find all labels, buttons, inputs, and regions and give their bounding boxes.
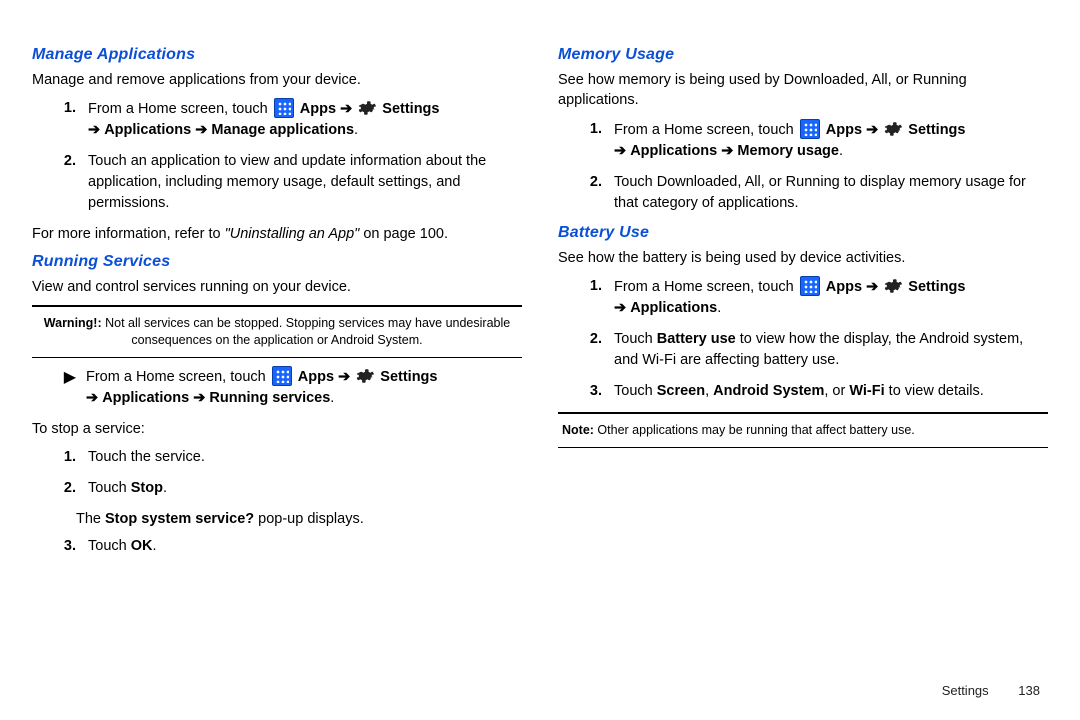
list-number: 2. [558, 329, 614, 350]
ordered-list: 1. From a Home screen, touch Apps ➔ Sett… [558, 276, 1048, 402]
two-column-layout: Manage Applications Manage and remove ap… [32, 40, 1048, 567]
apps-grid-icon [800, 119, 820, 139]
list-body: Touch Screen, Android System, or Wi-Fi t… [614, 381, 1048, 402]
heading-running-services: Running Services [32, 253, 522, 271]
list-item: 1. From a Home screen, touch Apps ➔ Sett… [558, 119, 1048, 162]
intro-text: See how the battery is being used by dev… [558, 248, 1048, 268]
list-number: 1. [558, 119, 614, 140]
footer-page-number: 138 [1018, 683, 1040, 698]
divider [32, 305, 522, 307]
apps-grid-icon [274, 98, 294, 118]
intro-text: See how memory is being used by Download… [558, 70, 1048, 111]
divider [558, 447, 1048, 448]
list-number: 1. [32, 447, 88, 468]
list-item: 2. Touch an application to view and upda… [32, 151, 522, 214]
page-footer: Settings 138 [942, 683, 1040, 698]
ordered-list: 3. Touch OK. [32, 536, 522, 557]
ordered-list: 1. Touch the service. 2. Touch Stop. [32, 447, 522, 499]
sub-paragraph: The Stop system service? pop-up displays… [76, 509, 522, 530]
list-item: 1. From a Home screen, touch Apps ➔ Sett… [558, 276, 1048, 319]
footer-section: Settings [942, 683, 989, 698]
list-number: 1. [32, 98, 88, 119]
left-column: Manage Applications Manage and remove ap… [32, 40, 522, 567]
substep-intro: To stop a service: [32, 419, 522, 439]
gear-icon [882, 275, 904, 297]
heading-battery-use: Battery Use [558, 224, 1048, 242]
list-item: 2. Touch Downloaded, All, or Running to … [558, 172, 1048, 214]
bullet-item: ▶ From a Home screen, touch Apps ➔ Setti… [32, 366, 522, 409]
divider [32, 357, 522, 358]
list-item: 1. Touch the service. [32, 447, 522, 468]
list-body: Touch Stop. [88, 478, 522, 499]
right-column: Memory Usage See how memory is being use… [558, 40, 1048, 567]
list-item: 2. Touch Battery use to view how the dis… [558, 329, 1048, 371]
list-body: Touch OK. [88, 536, 522, 557]
gear-icon [882, 118, 904, 140]
warning-text: Not all services can be stopped. Stoppin… [102, 316, 511, 347]
list-item: 3. Touch OK. [32, 536, 522, 557]
list-body: Touch Downloaded, All, or Running to dis… [614, 172, 1048, 214]
list-number: 3. [32, 536, 88, 557]
list-body: From a Home screen, touch Apps ➔ Setting… [86, 366, 437, 409]
list-body: From a Home screen, touch Apps ➔ Setting… [614, 119, 1048, 162]
apps-grid-icon [272, 366, 292, 386]
note-text: Other applications may be running that a… [594, 423, 915, 437]
list-body: Touch the service. [88, 447, 522, 468]
list-body: From a Home screen, touch Apps ➔ Setting… [88, 98, 522, 141]
list-number: 2. [32, 478, 88, 499]
note-label: Note: [562, 423, 594, 437]
list-body: Touch an application to view and update … [88, 151, 522, 214]
list-number: 2. [32, 151, 88, 172]
list-body: From a Home screen, touch Apps ➔ Setting… [614, 276, 1048, 319]
list-number: 2. [558, 172, 614, 193]
intro-text: View and control services running on you… [32, 277, 522, 297]
ordered-list: 1. From a Home screen, touch Apps ➔ Sett… [32, 98, 522, 214]
document-page: Manage Applications Manage and remove ap… [0, 0, 1080, 720]
cross-reference: For more information, refer to "Uninstal… [32, 224, 522, 244]
divider [558, 412, 1048, 414]
apps-grid-icon [800, 276, 820, 296]
list-item: 1. From a Home screen, touch Apps ➔ Sett… [32, 98, 522, 141]
gear-icon [354, 365, 376, 387]
intro-text: Manage and remove applications from your… [32, 70, 522, 90]
note-callout: Note: Other applications may be running … [558, 418, 1048, 443]
list-body: Touch Battery use to view how the displa… [614, 329, 1048, 371]
list-item: 2. Touch Stop. [32, 478, 522, 499]
gear-icon [356, 97, 378, 119]
ordered-list: 1. From a Home screen, touch Apps ➔ Sett… [558, 119, 1048, 214]
triangle-bullet-icon: ▶ [32, 366, 86, 389]
heading-memory-usage: Memory Usage [558, 46, 1048, 64]
warning-label: Warning!: [44, 316, 102, 330]
heading-manage-applications: Manage Applications [32, 46, 522, 64]
list-number: 1. [558, 276, 614, 297]
list-item: 3. Touch Screen, Android System, or Wi-F… [558, 381, 1048, 402]
warning-callout: Warning!: Not all services can be stoppe… [32, 311, 522, 353]
list-number: 3. [558, 381, 614, 402]
